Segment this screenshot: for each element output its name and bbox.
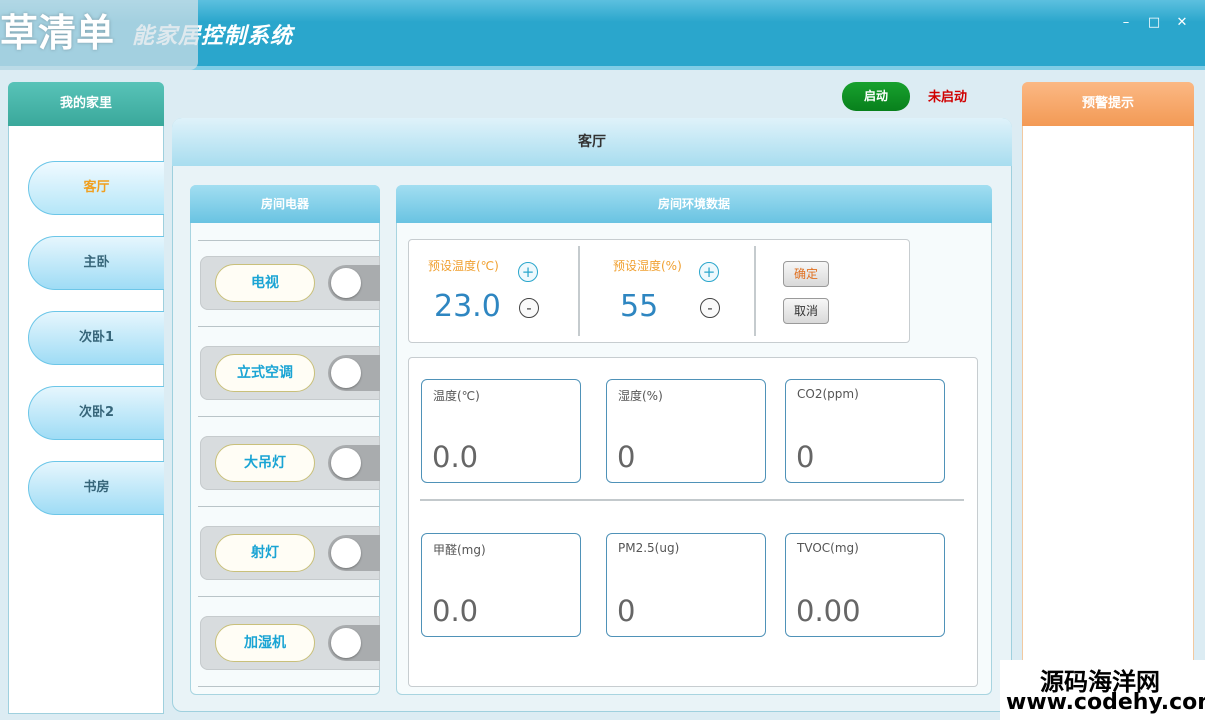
temperature-decrease-button[interactable]: - [519,298,539,318]
appliance-divider [198,596,380,597]
alerts-panel [1022,82,1194,714]
sidebar-title: 我的家里 [8,82,164,126]
appliance-label-air-conditioner: 立式空调 [215,354,315,392]
site-watermark-url: www.codehy.com [1006,690,1205,715]
appliances-title: 房间电器 [190,185,380,223]
preset-humidity-label: 预设湿度(%) [613,259,682,273]
preset-humidity-value: 55 [620,289,659,324]
confirm-button[interactable]: 确定 [783,261,829,287]
preset-temperature-value: 23.0 [434,289,501,324]
maximize-button[interactable]: □ [1142,12,1166,34]
formaldehyde-label: 甲醛(mg) [433,543,486,557]
close-button[interactable]: ✕ [1170,12,1194,34]
temperature-value: 0.0 [432,440,479,474]
sensor-divider [420,499,964,501]
appliance-label-spotlight: 射灯 [215,534,315,572]
formaldehyde-value: 0.0 [432,594,479,628]
cancel-button[interactable]: 取消 [783,298,829,324]
appliance-divider [198,506,380,507]
sidebar-item-study[interactable]: 书房 [28,461,164,515]
chandelier-toggle-knob[interactable] [331,448,361,478]
appliance-divider [198,686,380,687]
co2-value: 0 [796,440,815,474]
appliance-divider [198,240,380,241]
preset-divider [578,246,580,336]
sidebar-item-living-room[interactable]: 客厅 [28,161,164,215]
pm25-value: 0 [617,594,636,628]
appliance-divider [198,326,380,327]
start-button[interactable]: 启动 [842,82,910,111]
humidity-decrease-button[interactable]: - [700,298,720,318]
humidity-label: 湿度(%) [618,389,663,403]
tvoc-value: 0.00 [796,594,861,628]
appliance-divider [198,416,380,417]
appliance-label-tv: 电视 [215,264,315,302]
preset-temperature-label: 预设温度(℃) [428,259,499,273]
air-conditioner-toggle-knob[interactable] [331,358,361,388]
run-status-text: 未启动 [928,90,968,105]
tv-toggle-knob[interactable] [331,268,361,298]
appliance-label-humidifier: 加湿机 [215,624,315,662]
room-title: 客厅 [172,118,1012,166]
co2-label: CO2(ppm) [797,387,859,401]
pm25-label: PM2.5(ug) [618,541,680,555]
humidity-value: 0 [617,440,636,474]
minimize-button[interactable]: – [1114,12,1138,34]
temperature-increase-button[interactable]: + [518,262,538,282]
sidebar-item-master-bedroom[interactable]: 主卧 [28,236,164,290]
preset-divider [754,246,756,336]
alerts-title: 预警提示 [1022,82,1194,126]
watermark-logo-text: 草清单 [0,11,115,55]
spotlight-toggle-knob[interactable] [331,538,361,568]
sidebar-item-bedroom-1[interactable]: 次卧1 [28,311,164,365]
temperature-label: 温度(℃) [433,389,480,403]
humidifier-toggle-knob[interactable] [331,628,361,658]
humidity-increase-button[interactable]: + [699,262,719,282]
tvoc-label: TVOC(mg) [797,541,859,555]
environment-title: 房间环境数据 [396,185,992,223]
appliance-label-chandelier: 大吊灯 [215,444,315,482]
sidebar-item-bedroom-2[interactable]: 次卧2 [28,386,164,440]
